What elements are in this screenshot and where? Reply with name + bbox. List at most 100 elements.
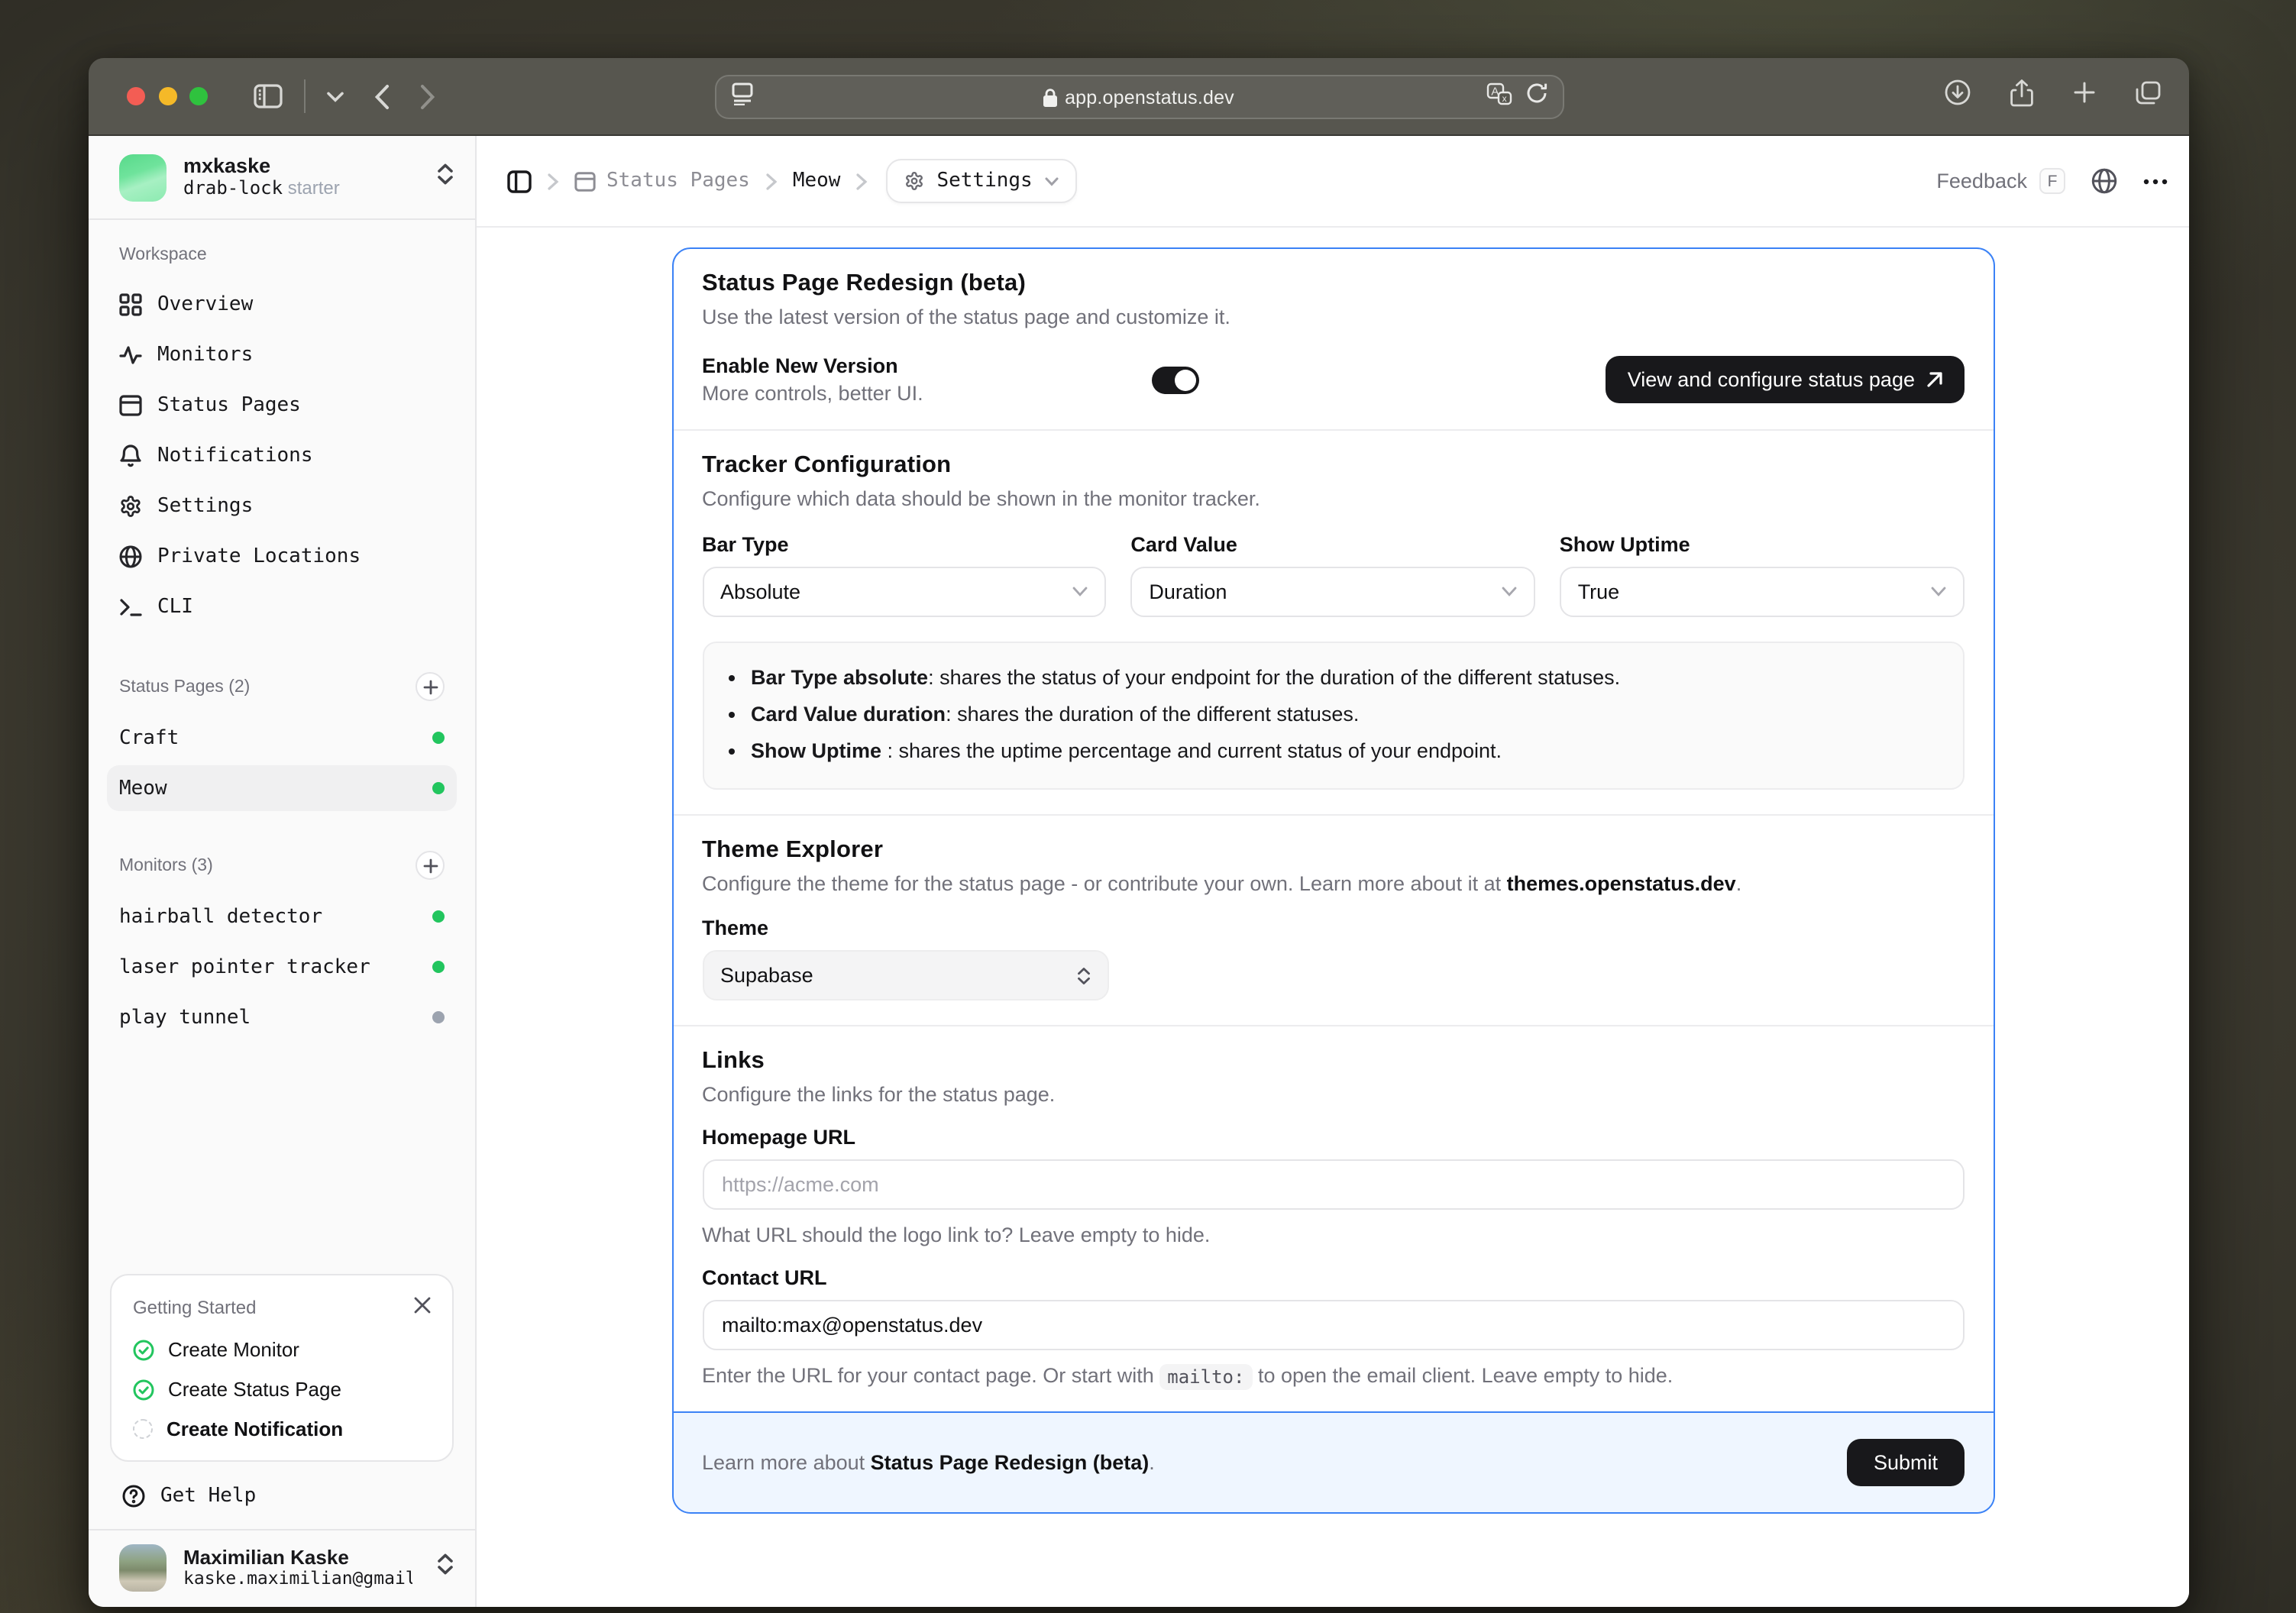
browser-window: app.openstatus.dev Ax mxkaske drab-lock … (89, 58, 2189, 1607)
status-dot-green (432, 732, 445, 744)
sidebar-item-craft[interactable]: Craft (107, 715, 457, 761)
sidebar-item-monitors[interactable]: Monitors (107, 330, 457, 380)
chevron-down-icon (1502, 587, 1517, 597)
chevron-right-icon (547, 172, 559, 190)
status-dot-gray (432, 1011, 445, 1023)
theme-label: Theme (702, 916, 769, 939)
add-monitor-button[interactable] (416, 851, 445, 880)
card-value-select[interactable]: Duration (1130, 567, 1535, 617)
enable-new-version-label: Enable New Version (702, 354, 898, 377)
minimize-window-button[interactable] (158, 87, 176, 105)
contact-url-label: Contact URL (702, 1266, 827, 1289)
section-links: Links Configure the links for the status… (673, 1025, 1993, 1411)
close-window-button[interactable] (127, 87, 145, 105)
back-button-icon[interactable] (374, 83, 390, 109)
themes-link[interactable]: themes.openstatus.dev (1507, 872, 1736, 895)
show-uptime-label: Show Uptime (1559, 533, 1690, 556)
globe-icon[interactable] (2091, 168, 2117, 194)
bell-icon (120, 444, 141, 467)
theme-select[interactable]: Supabase (702, 950, 1108, 1000)
status-page-settings-form: Status Page Redesign (beta) Use the late… (671, 247, 1994, 1514)
status-dot-green (432, 782, 445, 794)
user-avatar (119, 1544, 167, 1592)
sidebar-item-play-tunnel[interactable]: play tunnel (107, 994, 457, 1040)
homepage-url-label: Homepage URL (702, 1126, 856, 1149)
share-icon[interactable] (2010, 78, 2033, 114)
sidebar-item-laser-pointer-tracker[interactable]: laser pointer tracker (107, 944, 457, 990)
url-domain: app.openstatus.dev (716, 86, 1562, 108)
collapse-sidebar-icon[interactable] (507, 169, 532, 193)
sidebar-item-cli[interactable]: CLI (107, 582, 457, 632)
titlebar-divider (304, 79, 306, 113)
enable-new-version-toggle[interactable] (1152, 366, 1200, 393)
homepage-url-hint: What URL should the logo link to? Leave … (702, 1223, 1211, 1246)
address-bar[interactable]: app.openstatus.dev Ax (714, 75, 1564, 119)
chevron-down-icon (1072, 587, 1088, 597)
section-status-page-redesign: Status Page Redesign (beta) Use the late… (673, 249, 1993, 429)
breadcrumb: Status Pages Meow Settings (507, 159, 1077, 203)
getting-started-create-status-page[interactable]: Create Status Page (133, 1378, 431, 1401)
show-uptime-select[interactable]: True (1559, 567, 1965, 617)
section-theme-explorer: Theme Explorer Configure the theme for t… (673, 814, 1993, 1025)
help-circle-icon (122, 1485, 145, 1508)
getting-started-create-monitor[interactable]: Create Monitor (133, 1338, 431, 1361)
getting-started-title: Getting Started (133, 1297, 257, 1318)
check-circle-icon (133, 1379, 154, 1400)
forward-button-icon[interactable] (420, 83, 435, 109)
get-help-link[interactable]: Get Help (107, 1462, 457, 1529)
team-switcher[interactable]: mxkaske drab-lock starter (89, 136, 475, 220)
more-options-icon[interactable] (2143, 178, 2168, 184)
sidebar-dropdown-chevron-icon[interactable] (327, 91, 344, 102)
sidebar-item-status-pages[interactable]: Status Pages (107, 380, 457, 431)
user-menu[interactable]: Maximilian Kaske kaske.maximilian@gmail… (89, 1529, 475, 1607)
workspace-section-label: Workspace (119, 246, 207, 264)
chevron-right-icon (855, 172, 868, 190)
chevron-down-icon (1045, 176, 1059, 186)
team-name: mxkaske (183, 154, 271, 177)
section-description: Configure which data should be shown in … (702, 487, 1260, 510)
chevron-right-icon (765, 172, 778, 190)
breadcrumb-settings-dropdown[interactable]: Settings (886, 159, 1077, 203)
submit-button[interactable]: Submit (1847, 1439, 1964, 1486)
getting-started-create-notification[interactable]: Create Notification (133, 1417, 431, 1440)
breadcrumb-meow[interactable]: Meow (793, 170, 841, 192)
dashed-circle-icon (133, 1419, 153, 1439)
chevron-down-icon (1930, 587, 1945, 597)
section-title: Links (702, 1048, 765, 1074)
view-configure-status-page-button[interactable]: View and configure status page (1606, 356, 1964, 403)
close-icon[interactable] (414, 1294, 431, 1321)
downloads-icon[interactable] (1945, 79, 1971, 113)
sidebar-item-hairball-detector[interactable]: hairball detector (107, 894, 457, 939)
section-description: Configure the links for the status page. (702, 1083, 1056, 1106)
tab-overview-icon[interactable] (2136, 80, 2162, 112)
new-tab-icon[interactable] (2073, 81, 2096, 112)
sidebar-item-notifications[interactable]: Notifications (107, 431, 457, 481)
section-description: Use the latest version of the status pag… (702, 305, 1230, 328)
add-status-page-button[interactable] (416, 672, 445, 701)
plus-icon (422, 858, 438, 873)
section-title: Status Page Redesign (beta) (702, 270, 1026, 296)
browser-sidebar-icon[interactable] (254, 84, 283, 108)
app-sidebar: mxkaske drab-lock starter Workspace Over… (89, 136, 477, 1607)
card-value-label: Card Value (1130, 533, 1237, 556)
zoom-window-button[interactable] (189, 87, 208, 105)
traffic-lights (127, 87, 208, 105)
sidebar-item-settings[interactable]: Settings (107, 481, 457, 532)
sidebar-item-overview[interactable]: Overview (107, 280, 457, 330)
bar-type-select[interactable]: Absolute (702, 567, 1107, 617)
homepage-url-input[interactable] (702, 1159, 1964, 1210)
breadcrumb-status-pages[interactable]: Status Pages (574, 170, 750, 192)
section-title: Tracker Configuration (702, 452, 952, 478)
sidebar-item-meow[interactable]: Meow (107, 765, 457, 811)
status-pages-section-label: Status Pages (2) (119, 677, 251, 696)
status-dot-green (432, 961, 445, 973)
check-circle-icon (133, 1339, 154, 1360)
sidebar-item-private-locations[interactable]: Private Locations (107, 532, 457, 582)
terminal-icon (120, 599, 142, 616)
app-header: Status Pages Meow Settings Feedback F (477, 136, 2189, 228)
section-description: Configure the theme for the status page … (702, 872, 1742, 895)
form-footer: Learn more about Status Page Redesign (b… (673, 1411, 1993, 1512)
team-avatar (119, 154, 167, 201)
contact-url-input[interactable] (702, 1300, 1964, 1350)
feedback-button[interactable]: Feedback F (1936, 168, 2065, 194)
